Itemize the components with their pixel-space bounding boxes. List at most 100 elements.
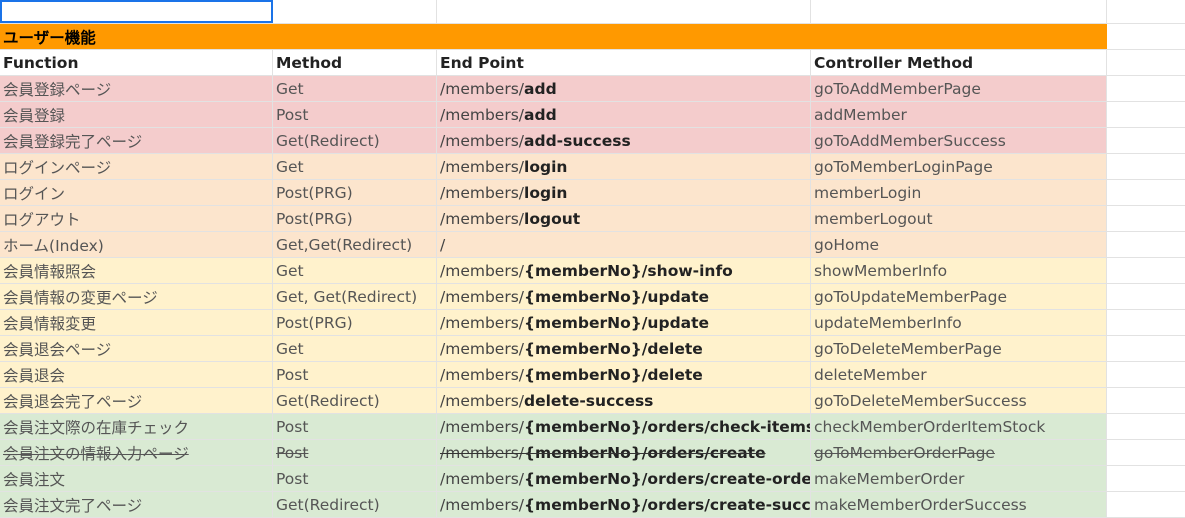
function-cell[interactable]: 会員情報変更 [0, 310, 273, 335]
controller-cell[interactable]: addMember [811, 102, 1107, 127]
cell[interactable] [1107, 76, 1185, 101]
method-cell[interactable]: Get [273, 258, 437, 283]
function-cell[interactable]: 会員退会完了ページ [0, 388, 273, 413]
endpoint-cell[interactable]: /members/{memberNo}/orders/create-order [437, 466, 811, 491]
method-cell[interactable]: Post [273, 102, 437, 127]
function-cell[interactable]: ログインページ [0, 154, 273, 179]
cell[interactable] [1107, 258, 1185, 283]
endpoint-cell[interactable]: /members/{memberNo}/orders/create [437, 440, 811, 465]
controller-cell[interactable]: goToAddMemberPage [811, 76, 1107, 101]
controller-cell[interactable]: goHome [811, 232, 1107, 257]
function-cell[interactable]: 会員登録 [0, 102, 273, 127]
cell[interactable] [1107, 492, 1185, 517]
cell[interactable] [811, 0, 1107, 23]
function-cell[interactable]: ホーム(Index) [0, 232, 273, 257]
controller-cell[interactable]: updateMemberInfo [811, 310, 1107, 335]
header-function[interactable]: Function [0, 50, 273, 75]
endpoint-cell[interactable]: /members/add [437, 102, 811, 127]
cell[interactable] [1107, 180, 1185, 205]
controller-cell[interactable]: goToDeleteMemberSuccess [811, 388, 1107, 413]
header-method[interactable]: Method [273, 50, 437, 75]
function-cell[interactable]: 会員退会 [0, 362, 273, 387]
cell[interactable] [1107, 336, 1185, 361]
endpoint-cell[interactable]: /members/add-success [437, 128, 811, 153]
table-row: 会員退会完了ページ Get(Redirect)/members/delete-su… [0, 388, 1185, 414]
method-cell[interactable]: Post(PRG) [273, 310, 437, 335]
endpoint-cell[interactable]: /members/login [437, 154, 811, 179]
header-endpoint[interactable]: End Point [437, 50, 811, 75]
method-cell[interactable]: Get [273, 336, 437, 361]
endpoint-cell[interactable]: /members/{memberNo}/show-info [437, 258, 811, 283]
method-cell[interactable]: Post(PRG) [273, 206, 437, 231]
cell[interactable] [1107, 362, 1185, 387]
controller-cell[interactable]: goToMemberOrderPage [811, 440, 1107, 465]
method-cell[interactable]: Post [273, 440, 437, 465]
cell[interactable] [1107, 284, 1185, 309]
function-cell[interactable]: 会員登録完了ページ [0, 128, 273, 153]
function-cell[interactable]: 会員情報照会 [0, 258, 273, 283]
method-cell[interactable]: Get(Redirect) [273, 128, 437, 153]
method-cell[interactable]: Get [273, 154, 437, 179]
cell[interactable] [1107, 50, 1185, 75]
cell[interactable] [1107, 414, 1185, 439]
method-cell[interactable]: Post [273, 466, 437, 491]
controller-cell[interactable]: memberLogout [811, 206, 1107, 231]
endpoint-cell[interactable]: /members/login [437, 180, 811, 205]
cell[interactable] [437, 0, 811, 23]
method-cell[interactable]: Post(PRG) [273, 180, 437, 205]
cell[interactable] [1107, 102, 1185, 127]
endpoint-cell[interactable]: /members/{memberNo}/orders/check-itemsto… [437, 414, 811, 439]
cell[interactable] [1107, 0, 1185, 23]
endpoint-cell[interactable]: / [437, 232, 811, 257]
cell[interactable] [1107, 310, 1185, 335]
endpoint-cell[interactable]: /members/{memberNo}/orders/create-succes… [437, 492, 811, 517]
function-cell[interactable]: 会員注文の情報入力ページ [0, 440, 273, 465]
function-cell[interactable]: ログイン [0, 180, 273, 205]
cell[interactable] [1107, 24, 1185, 49]
cell[interactable] [1107, 154, 1185, 179]
function-cell[interactable]: 会員注文 [0, 466, 273, 491]
endpoint-cell[interactable]: /members/logout [437, 206, 811, 231]
controller-cell[interactable]: makeMemberOrderSuccess [811, 492, 1107, 517]
controller-cell[interactable]: showMemberInfo [811, 258, 1107, 283]
endpoint-cell[interactable]: /members/add [437, 76, 811, 101]
controller-cell[interactable]: makeMemberOrder [811, 466, 1107, 491]
method-cell[interactable]: Post [273, 414, 437, 439]
controller-cell[interactable]: deleteMember [811, 362, 1107, 387]
endpoint-cell[interactable]: /members/{memberNo}/update [437, 310, 811, 335]
function-cell[interactable]: 会員退会ページ [0, 336, 273, 361]
endpoint-cell[interactable]: /members/{memberNo}/delete [437, 362, 811, 387]
table-row: 会員情報変更 Post(PRG)/members/{memberNo}/updat… [0, 310, 1185, 336]
function-cell[interactable]: 会員情報の変更ページ [0, 284, 273, 309]
function-cell[interactable]: 会員注文際の在庫チェック [0, 414, 273, 439]
method-cell[interactable]: Get,Get(Redirect) [273, 232, 437, 257]
cell[interactable] [273, 0, 437, 23]
function-cell[interactable]: 会員注文完了ページ [0, 492, 273, 517]
method-cell[interactable]: Get [273, 76, 437, 101]
controller-cell[interactable]: goToMemberLoginPage [811, 154, 1107, 179]
endpoint-cell[interactable]: /members/{memberNo}/delete [437, 336, 811, 361]
controller-cell[interactable]: goToAddMemberSuccess [811, 128, 1107, 153]
section-title[interactable]: ユーザー機能 [0, 24, 1107, 49]
function-cell[interactable]: 会員登録ページ [0, 76, 273, 101]
cell[interactable] [1107, 128, 1185, 153]
header-controller[interactable]: Controller Method [811, 50, 1107, 75]
controller-cell[interactable]: goToDeleteMemberPage [811, 336, 1107, 361]
selected-cell[interactable] [0, 0, 273, 23]
controller-cell[interactable]: memberLogin [811, 180, 1107, 205]
cell[interactable] [1107, 466, 1185, 491]
function-cell[interactable]: ログアウト [0, 206, 273, 231]
method-cell[interactable]: Get(Redirect) [273, 492, 437, 517]
endpoint-prefix: /members/ [440, 131, 525, 150]
endpoint-cell[interactable]: /members/{memberNo}/update [437, 284, 811, 309]
method-cell[interactable]: Get, Get(Redirect) [273, 284, 437, 309]
controller-cell[interactable]: checkMemberOrderItemStock [811, 414, 1107, 439]
endpoint-cell[interactable]: /members/delete-success [437, 388, 811, 413]
controller-cell[interactable]: goToUpdateMemberPage [811, 284, 1107, 309]
method-cell[interactable]: Get(Redirect) [273, 388, 437, 413]
cell[interactable] [1107, 206, 1185, 231]
cell[interactable] [1107, 388, 1185, 413]
method-cell[interactable]: Post [273, 362, 437, 387]
cell[interactable] [1107, 232, 1185, 257]
cell[interactable] [1107, 440, 1185, 465]
